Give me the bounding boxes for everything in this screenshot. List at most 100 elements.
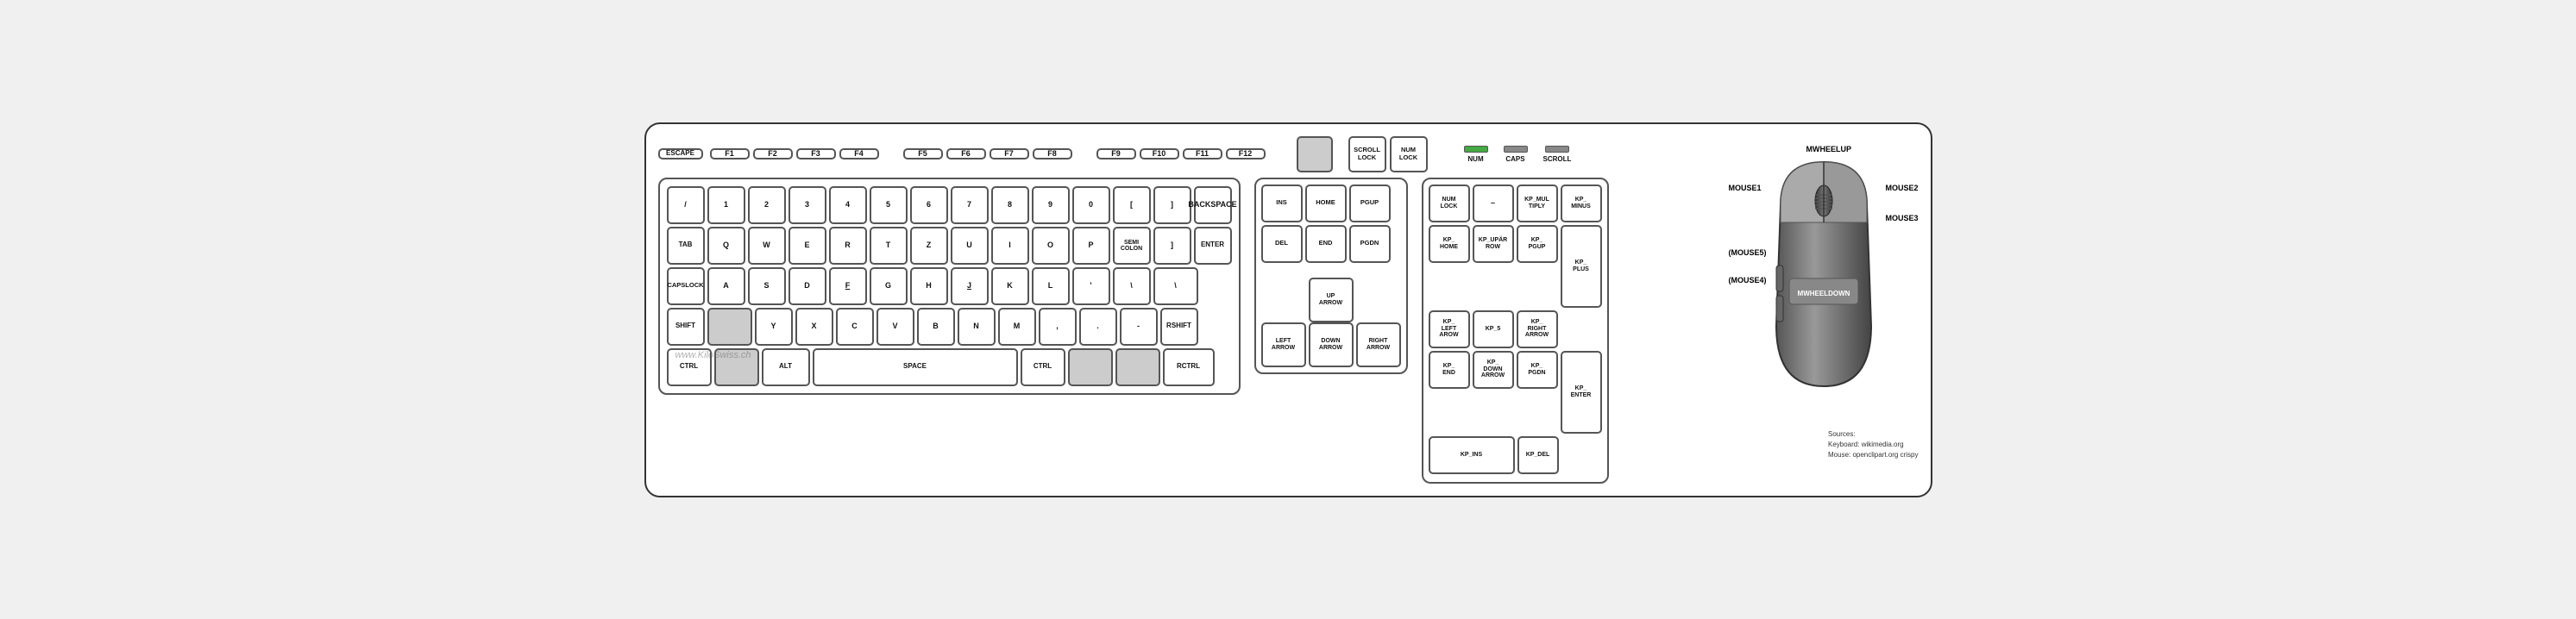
key-8[interactable]: 8 (991, 186, 1029, 224)
key-k[interactable]: K (991, 267, 1029, 305)
key-c[interactable]: C (836, 308, 874, 346)
key-4[interactable]: 4 (829, 186, 867, 224)
key-m[interactable]: M (998, 308, 1036, 346)
key-down-arrow[interactable]: DOWN ARROW (1309, 322, 1354, 367)
key-f[interactable]: F (829, 267, 867, 305)
key-6[interactable]: 6 (910, 186, 948, 224)
key-s[interactable]: S (748, 267, 786, 305)
key-right-arrow[interactable]: RIGHT ARROW (1356, 322, 1401, 367)
key-kp-left[interactable]: KP_ LEFT AROW (1429, 310, 1470, 348)
key-slash[interactable]: / (667, 186, 705, 224)
key-num-lock-fn[interactable]: NUM LOCK (1390, 136, 1428, 172)
key-f12[interactable]: F12 (1226, 148, 1266, 160)
key-b[interactable]: B (917, 308, 955, 346)
key-0[interactable]: 0 (1072, 186, 1110, 224)
key-kp-uparrow[interactable]: KP_UPÄR ROW (1473, 225, 1514, 263)
key-ins[interactable]: INS (1261, 184, 1303, 222)
key-scroll-lock[interactable]: SCROLL LOCK (1348, 136, 1386, 172)
key-rshift[interactable]: RSHIFT (1160, 308, 1198, 346)
key-l[interactable]: L (1032, 267, 1070, 305)
key-e[interactable]: E (789, 227, 826, 265)
key-backspace[interactable]: BACKSPACE (1194, 186, 1232, 224)
key-r[interactable]: R (829, 227, 867, 265)
key-rctrl[interactable]: RCTRL (1163, 348, 1215, 386)
key-i[interactable]: I (991, 227, 1029, 265)
key-2[interactable]: 2 (748, 186, 786, 224)
key-bracket-r-num[interactable]: ] (1153, 186, 1191, 224)
key-t[interactable]: T (870, 227, 908, 265)
key-backslash[interactable]: \ (1113, 267, 1151, 305)
key-tab[interactable]: TAB (667, 227, 705, 265)
key-minus[interactable]: - (1120, 308, 1158, 346)
key-kp-right[interactable]: KP_ RIGHT ARROW (1517, 310, 1558, 348)
key-comma[interactable]: , (1039, 308, 1077, 346)
key-j[interactable]: J (951, 267, 989, 305)
key-f11[interactable]: F11 (1183, 148, 1222, 160)
key-ctrl-right[interactable]: CTRL (1021, 348, 1065, 386)
key-9[interactable]: 9 (1032, 186, 1070, 224)
key-pgup[interactable]: PGUP (1349, 184, 1391, 222)
key-kp-minus[interactable]: KP_ MINUS (1561, 184, 1602, 222)
key-pgdn[interactable]: PGDN (1349, 225, 1391, 263)
key-kp-5[interactable]: KP_5 (1473, 310, 1514, 348)
key-kp-ins[interactable]: KP_INS (1429, 436, 1515, 474)
key-shift-gray[interactable] (707, 308, 752, 346)
key-q[interactable]: Q (707, 227, 745, 265)
key-x[interactable]: X (795, 308, 833, 346)
key-kp-del[interactable]: KP_DEL (1517, 436, 1559, 474)
key-ctrl2-gray[interactable] (1068, 348, 1113, 386)
key-bracket-r2[interactable]: ] (1153, 227, 1191, 265)
key-del[interactable]: DEL (1261, 225, 1303, 263)
key-f3[interactable]: F3 (796, 148, 836, 160)
key-ctrl-gray[interactable] (714, 348, 759, 386)
key-z[interactable]: Z (910, 227, 948, 265)
key-semicolon[interactable]: SEMI COLON (1113, 227, 1151, 265)
key-end[interactable]: END (1305, 225, 1347, 263)
key-y[interactable]: Y (755, 308, 793, 346)
key-kp-pgdn[interactable]: KP_ PGDN (1517, 351, 1558, 389)
key-kp-home[interactable]: KP_ HOME (1429, 225, 1470, 263)
key-p[interactable]: P (1072, 227, 1110, 265)
key-f6[interactable]: F6 (946, 148, 986, 160)
key-g[interactable]: G (870, 267, 908, 305)
key-f2[interactable]: F2 (753, 148, 793, 160)
key-w[interactable]: W (748, 227, 786, 265)
key-prtscr-gray[interactable] (1297, 136, 1333, 172)
key-rctrl-gray[interactable] (1115, 348, 1160, 386)
key-kp-mul[interactable]: KP_MUL TIPLY (1517, 184, 1558, 222)
key-shift[interactable]: SHIFT (667, 308, 705, 346)
key-d[interactable]: D (789, 267, 826, 305)
key-kp-enter[interactable]: KP_ ENTER (1561, 351, 1602, 434)
key-5[interactable]: 5 (870, 186, 908, 224)
key-a[interactable]: A (707, 267, 745, 305)
key-o[interactable]: O (1032, 227, 1070, 265)
key-period[interactable]: . (1079, 308, 1117, 346)
key-f8[interactable]: F8 (1033, 148, 1072, 160)
key-kp-down[interactable]: KP_ DOWN ARROW (1473, 351, 1514, 389)
key-n[interactable]: N (958, 308, 996, 346)
key-escape[interactable]: ESCAPE (658, 148, 703, 159)
key-kp-plus[interactable]: KP_ PLUS (1561, 225, 1602, 308)
key-f1[interactable]: F1 (710, 148, 750, 160)
key-1[interactable]: 1 (707, 186, 745, 224)
key-f4[interactable]: F4 (839, 148, 879, 160)
key-capslock[interactable]: CAPSLOCK (667, 267, 705, 305)
key-7[interactable]: 7 (951, 186, 989, 224)
key-space[interactable]: SPACE (813, 348, 1018, 386)
key-home[interactable]: HOME (1305, 184, 1347, 222)
key-enter[interactable]: ENTER (1194, 227, 1232, 265)
key-left-arrow[interactable]: LEFT ARROW (1261, 322, 1306, 367)
key-numlock[interactable]: NUM LOCK (1429, 184, 1470, 222)
key-h[interactable]: H (910, 267, 948, 305)
key-quote[interactable]: ' (1072, 267, 1110, 305)
key-bracket-l[interactable]: [ (1113, 186, 1151, 224)
key-u[interactable]: U (951, 227, 989, 265)
key-kp-pgup[interactable]: KP_ PGUP (1517, 225, 1558, 263)
key-numpad-minus[interactable]: – (1473, 184, 1514, 222)
key-alt[interactable]: ALT (762, 348, 810, 386)
key-v[interactable]: V (876, 308, 914, 346)
key-kp-end[interactable]: KP_ END (1429, 351, 1470, 389)
key-f10[interactable]: F10 (1140, 148, 1179, 160)
key-f5[interactable]: F5 (903, 148, 943, 160)
key-up-arrow[interactable]: UP ARROW (1309, 278, 1354, 322)
